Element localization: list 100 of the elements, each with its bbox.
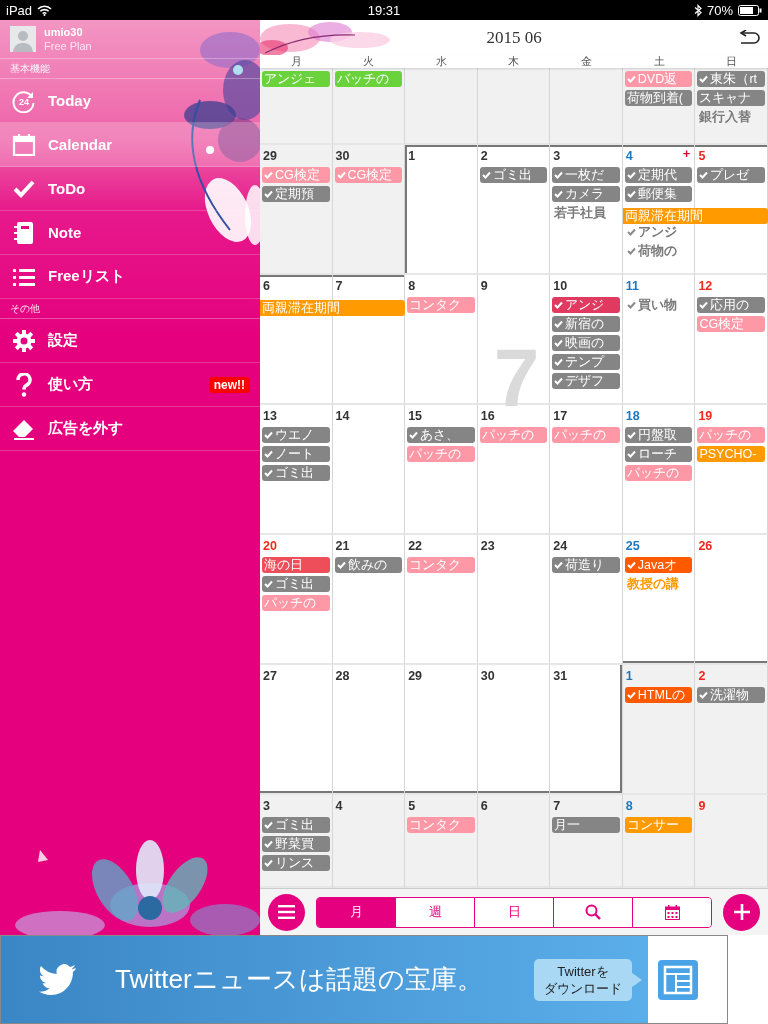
menu-item[interactable]: 広告を外す [0, 407, 260, 451]
day-cell[interactable]: 2 ゴミ出 [477, 145, 551, 275]
event-chip[interactable]: コンタク [407, 557, 475, 573]
day-cell[interactable]: 東朱（rt スキャナ 銀行入替 [695, 68, 768, 145]
day-cell[interactable]: 9 [695, 795, 768, 888]
calendar-tab[interactable] [632, 897, 711, 927]
day-cell[interactable]: 30 CG検定 [332, 145, 406, 275]
view-tab[interactable]: 月 [317, 897, 395, 927]
event-chip[interactable]: 郵便集 [624, 186, 693, 202]
search-tab[interactable] [553, 897, 632, 927]
day-cell[interactable] [477, 68, 551, 145]
day-cell[interactable]: 31 [550, 665, 623, 795]
event-bar[interactable]: 両親滞在期間 [260, 300, 406, 316]
event-chip[interactable]: CG検定 [334, 167, 403, 183]
event-label[interactable]: 買い物 [624, 297, 693, 313]
event-chip[interactable]: 荷造り [552, 557, 620, 573]
event-chip[interactable]: ゴミ出 [262, 817, 330, 833]
day-cell[interactable]: 16 パッチの [477, 405, 551, 535]
event-chip[interactable]: リンス [262, 855, 330, 871]
day-cell[interactable]: 18 円盤取 ローチ パッチの [622, 405, 696, 535]
day-cell[interactable]: 21 飲みの [332, 535, 406, 665]
menu-item[interactable]: Note [0, 211, 260, 255]
event-bar[interactable]: 両親滞在期間 [622, 208, 768, 224]
day-cell[interactable]: 3 ゴミ出 野菜買 リンス [260, 795, 333, 888]
day-cell[interactable]: 25 Javaオ 教授の講 [622, 535, 696, 665]
day-cell[interactable]: DVD返 荷物到着( [622, 68, 696, 145]
event-chip[interactable]: 定期代 [624, 167, 693, 183]
menu-item[interactable]: 使い方 new!! [0, 363, 260, 407]
day-cell[interactable]: 8 コンタク [405, 275, 478, 405]
event-chip[interactable]: PSYCHO- [697, 446, 765, 462]
menu-item[interactable]: Calendar [0, 123, 260, 167]
day-cell[interactable]: 2 洗濯物 [695, 665, 768, 795]
event-chip[interactable]: ノート [262, 446, 330, 462]
event-chip[interactable]: パッチの [552, 427, 620, 443]
event-chip[interactable]: ゴミ出 [262, 576, 330, 592]
ad-banner[interactable]: Twitterニュースは話題の宝庫。 Twitterを ダウンロード [1, 936, 648, 1023]
day-cell[interactable]: 8 コンサー [622, 795, 696, 888]
event-chip[interactable]: 海の日 [262, 557, 330, 573]
event-chip[interactable]: ウエノ [262, 427, 330, 443]
event-chip[interactable]: 東朱（rt [697, 71, 765, 87]
day-cell[interactable]: バッチの [332, 68, 406, 145]
day-cell[interactable]: 28 [332, 665, 406, 795]
day-cell[interactable]: 3 一枚だ カメラ 若手社員 [550, 145, 623, 275]
event-label[interactable]: 教授の講 [624, 576, 693, 592]
event-chip[interactable]: バッチの [334, 71, 403, 87]
day-cell[interactable]: 12 応用の CG検定 [695, 275, 768, 405]
day-cell[interactable]: 10 アンジ 新宿の 映画の テンプ デザフ [550, 275, 623, 405]
day-cell[interactable]: 19 パッチの PSYCHO- [695, 405, 768, 535]
day-cell[interactable]: 24 荷造り [550, 535, 623, 665]
event-label[interactable]: 銀行入替 [697, 109, 765, 125]
event-chip[interactable]: Javaオ [624, 557, 693, 573]
day-cell[interactable]: 30 [477, 665, 551, 795]
menu-button[interactable] [268, 893, 305, 931]
event-chip[interactable]: パッチの [697, 427, 765, 443]
event-chip[interactable]: 一枚だ [552, 167, 620, 183]
day-cell[interactable]: 7 月一 [550, 795, 623, 888]
event-chip[interactable]: 洗濯物 [697, 687, 765, 703]
day-cell[interactable]: 1 [405, 145, 478, 275]
event-chip[interactable]: 月一 [552, 817, 620, 833]
event-chip[interactable]: 円盤取 [624, 427, 693, 443]
event-chip[interactable]: パッチの [624, 465, 693, 481]
event-chip[interactable]: パッチの [262, 595, 330, 611]
event-label[interactable]: 若手社員 [552, 205, 620, 221]
day-cell[interactable]: 26 [695, 535, 768, 665]
day-cell[interactable] [405, 68, 478, 145]
day-cell[interactable]: 6 [477, 795, 551, 888]
event-label[interactable]: アンジ [624, 224, 693, 240]
event-chip[interactable]: 荷物到着( [624, 90, 693, 106]
view-tab[interactable]: 日 [474, 897, 553, 927]
event-chip[interactable]: コンサー [624, 817, 693, 833]
add-button[interactable] [723, 893, 760, 931]
event-chip[interactable]: パッチの [407, 446, 475, 462]
day-cell[interactable]: アンジェ [260, 68, 333, 145]
app-icon[interactable] [658, 959, 698, 1000]
day-cell[interactable]: 20 海の日 ゴミ出 パッチの [260, 535, 333, 665]
event-chip[interactable]: パッチの [479, 427, 548, 443]
event-chip[interactable]: ゴミ出 [479, 167, 548, 183]
day-cell[interactable]: 29 CG検定 定期預 [260, 145, 333, 275]
day-cell[interactable]: 1 HTMLの [622, 665, 696, 795]
day-cell[interactable] [550, 68, 623, 145]
day-cell[interactable]: 4 [332, 795, 406, 888]
day-cell[interactable]: 27 [260, 665, 333, 795]
event-chip[interactable]: テンプ [552, 354, 620, 370]
menu-item[interactable]: 設定 [0, 319, 260, 363]
event-chip[interactable]: 飲みの [334, 557, 403, 573]
event-chip[interactable]: 応用の [697, 297, 765, 313]
event-chip[interactable]: アンジェ [262, 71, 330, 87]
event-chip[interactable]: ゴミ出 [262, 465, 330, 481]
day-cell[interactable]: 17 パッチの [550, 405, 623, 535]
day-cell[interactable]: 15 あさ、 パッチの [405, 405, 478, 535]
menu-item[interactable]: Freeリスト [0, 255, 260, 299]
event-chip[interactable]: あさ、 [407, 427, 475, 443]
event-chip[interactable]: CG検定 [262, 167, 330, 183]
event-chip[interactable]: 映画の [552, 335, 620, 351]
event-chip[interactable]: プレゼ [697, 167, 765, 183]
day-cell[interactable]: 11 買い物 [622, 275, 696, 405]
event-chip[interactable]: 定期預 [262, 186, 330, 202]
event-label[interactable]: 荷物の [624, 243, 693, 259]
event-chip[interactable]: カメラ [552, 186, 620, 202]
download-button[interactable]: Twitterを ダウンロード [534, 958, 632, 1001]
